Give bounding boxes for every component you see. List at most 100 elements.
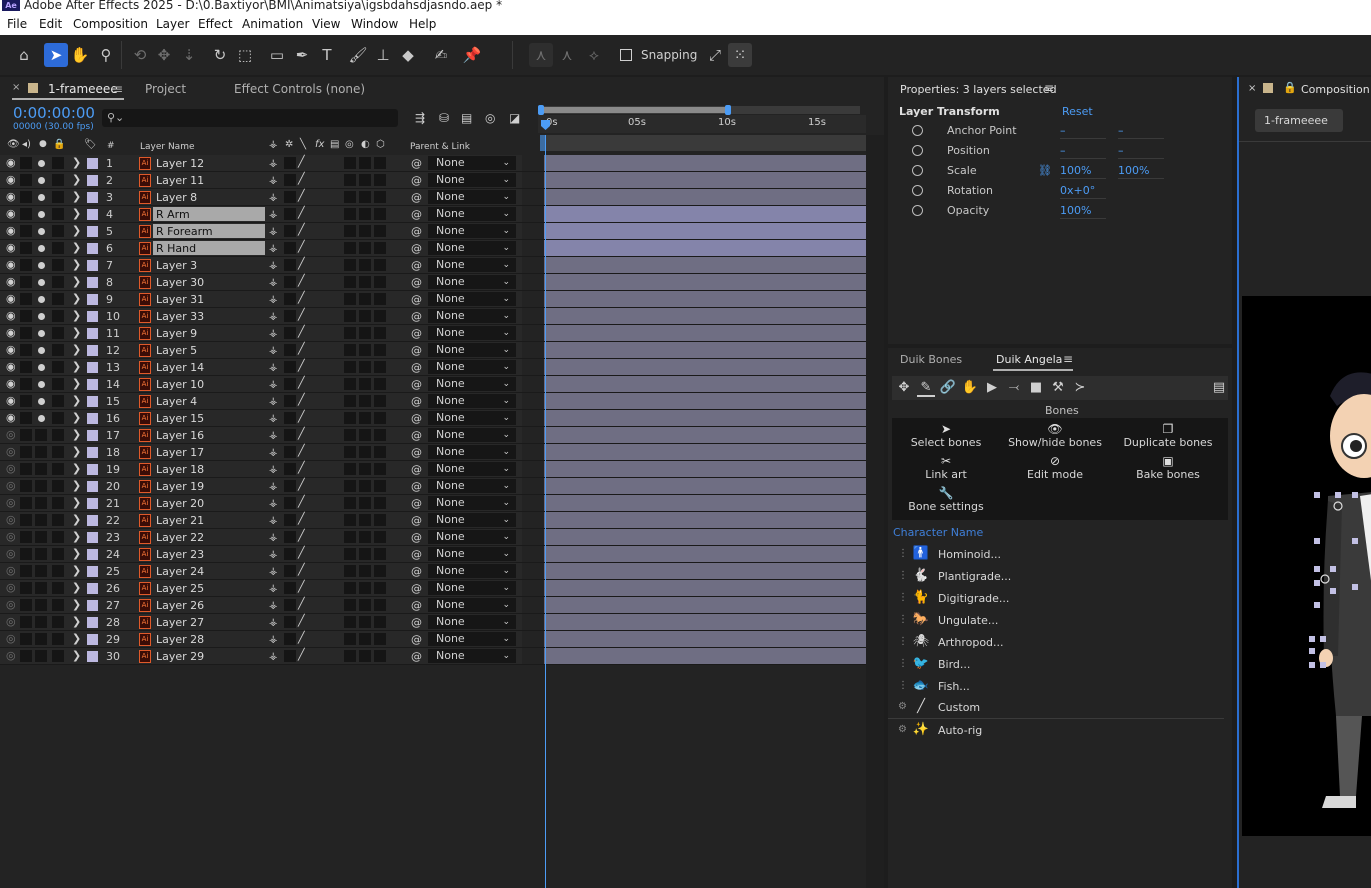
lock-toggle[interactable] (52, 446, 64, 458)
pan-behind-tool-icon[interactable]: ⬚ (233, 43, 257, 67)
select-bones-button[interactable]: ➤ Select bones (906, 422, 986, 449)
shy-switch-icon[interactable]: ⚶ (269, 224, 282, 238)
layer-name[interactable]: Layer 3 (153, 258, 265, 272)
label-color-swatch[interactable] (87, 583, 98, 594)
visibility-eye-icon[interactable]: ◎ (6, 530, 20, 544)
close-tab-icon[interactable]: × (1248, 83, 1256, 94)
layer-row[interactable]: ◎ ❯ 17 Ai Layer 16 ⚶ ╱ @ None ⌄ (0, 427, 866, 444)
layer-name[interactable]: Layer 4 (153, 394, 265, 408)
layer-duration-bar[interactable] (544, 274, 866, 290)
layer-name[interactable]: Layer 19 (153, 479, 265, 493)
shy-switch-icon[interactable]: ⚶ (269, 632, 282, 646)
snapping-checkbox[interactable] (620, 49, 632, 61)
shy-switch-icon[interactable]: ⚶ (269, 207, 282, 221)
collapse-switch[interactable] (284, 293, 296, 305)
layer-row[interactable]: ◎ ❯ 19 Ai Layer 18 ⚶ ╱ @ None ⌄ (0, 461, 866, 478)
character-name-input[interactable]: Character Name (893, 526, 983, 539)
menu-window[interactable]: Window (351, 17, 398, 31)
quality-switch-icon[interactable]: ╱ (298, 410, 312, 424)
shy-switch-icon[interactable]: ⚶ (269, 598, 282, 612)
quality-switch-icon[interactable]: ╱ (298, 359, 312, 373)
motion-blur-switch[interactable] (359, 429, 371, 441)
solo-toggle[interactable] (35, 650, 47, 662)
motion-blur-icon[interactable]: ◎ (485, 111, 495, 125)
clone-stamp-tool-icon[interactable]: ⊥ (371, 43, 395, 67)
frame-blend-switch[interactable] (344, 480, 356, 492)
parent-dropdown[interactable]: None ⌄ (428, 207, 516, 221)
create-bird-row[interactable]: ⋮ 🐦 Bird... (888, 654, 1224, 676)
parent-dropdown[interactable]: None ⌄ (428, 343, 516, 357)
layer-duration-bar[interactable] (544, 529, 866, 545)
shy-switch-icon[interactable]: ⚶ (269, 173, 282, 187)
label-color-swatch[interactable] (87, 464, 98, 475)
layer-name[interactable]: Layer 33 (153, 309, 265, 323)
label-color-swatch[interactable] (87, 396, 98, 407)
duik-move-icon[interactable]: ✥ (895, 379, 913, 397)
layer-duration-bar[interactable] (544, 478, 866, 494)
expand-chevron-icon[interactable]: ❯ (72, 530, 81, 544)
close-tab-icon[interactable]: × (12, 82, 20, 93)
quality-switch-icon[interactable]: ╱ (298, 325, 312, 339)
audio-toggle[interactable] (20, 616, 32, 628)
menu-animation[interactable]: Animation (242, 17, 303, 31)
lock-toggle[interactable] (52, 480, 64, 492)
visibility-eye-icon[interactable]: ◉ (6, 292, 20, 306)
label-color-swatch[interactable] (87, 532, 98, 543)
solo-dot-icon[interactable] (38, 177, 45, 184)
3d-layer-switch[interactable] (374, 378, 386, 390)
pickwhip-icon[interactable]: @ (411, 547, 425, 561)
layer-name[interactable]: R Forearm (153, 224, 265, 238)
prop-value[interactable]: 100% (1060, 204, 1106, 219)
parent-dropdown[interactable]: None ⌄ (428, 377, 516, 391)
lock-toggle[interactable] (52, 599, 64, 611)
visibility-eye-icon[interactable]: ◎ (6, 513, 20, 527)
audio-toggle[interactable] (20, 480, 32, 492)
audio-toggle[interactable] (20, 378, 32, 390)
tab-effect-controls[interactable]: Effect Controls (none) (234, 82, 365, 96)
layer-row[interactable]: ◎ ❯ 18 Ai Layer 17 ⚶ ╱ @ None ⌄ (0, 444, 866, 461)
layer-name[interactable]: Layer 10 (153, 377, 265, 391)
3d-layer-switch[interactable] (374, 480, 386, 492)
expand-chevron-icon[interactable]: ❯ (72, 309, 81, 323)
layer-duration-bar[interactable] (544, 257, 866, 273)
layer-row[interactable]: ◉ ❯ 12 Ai Layer 5 ⚶ ╱ @ None ⌄ (0, 342, 866, 359)
frame-blend-switch[interactable] (344, 514, 356, 526)
quality-switch-icon[interactable]: ╱ (298, 597, 312, 611)
label-color-swatch[interactable] (87, 158, 98, 169)
quality-switch-icon[interactable]: ╱ (298, 444, 312, 458)
layer-duration-bar[interactable] (544, 206, 866, 222)
audio-toggle[interactable] (20, 276, 32, 288)
label-color-swatch[interactable] (87, 651, 98, 662)
layer-duration-bar[interactable] (544, 512, 866, 528)
parent-dropdown[interactable]: None ⌄ (428, 530, 516, 544)
motion-blur-switch[interactable] (359, 650, 371, 662)
time-ruler[interactable]: 0s 05s 10s 15s (538, 115, 866, 133)
parent-dropdown[interactable]: None ⌄ (428, 445, 516, 459)
audio-toggle[interactable] (20, 293, 32, 305)
quality-switch-icon[interactable]: ╱ (298, 580, 312, 594)
parent-dropdown[interactable]: None ⌄ (428, 224, 516, 238)
frame-blend-switch[interactable] (344, 310, 356, 322)
motion-blur-switch[interactable] (359, 633, 371, 645)
collapse-switch[interactable] (284, 208, 296, 220)
shy-switch-icon[interactable]: ⚶ (269, 649, 282, 663)
tab-project[interactable]: Project (145, 82, 186, 96)
visibility-eye-icon[interactable]: ◉ (6, 411, 20, 425)
audio-toggle[interactable] (20, 463, 32, 475)
audio-toggle[interactable] (20, 514, 32, 526)
tab-menu-icon[interactable]: ≡ (113, 82, 123, 96)
solo-dot-icon[interactable] (38, 211, 45, 218)
solo-dot-icon[interactable] (38, 330, 45, 337)
audio-toggle[interactable] (20, 174, 32, 186)
layer-name[interactable]: Layer 17 (153, 445, 265, 459)
motion-blur-switch[interactable] (359, 531, 371, 543)
menu-effect[interactable]: Effect (198, 17, 233, 31)
lock-toggle[interactable] (52, 412, 64, 424)
link-art-button[interactable]: ✂ Link art (906, 454, 986, 481)
lock-toggle[interactable] (52, 514, 64, 526)
label-color-swatch[interactable] (87, 243, 98, 254)
shy-switch-icon[interactable]: ⚶ (269, 275, 282, 289)
3d-layer-switch[interactable] (374, 429, 386, 441)
layer-row[interactable]: ◉ ❯ 16 Ai Layer 15 ⚶ ╱ @ None ⌄ (0, 410, 866, 427)
axis-world-icon[interactable]: ⋏ (555, 43, 579, 67)
